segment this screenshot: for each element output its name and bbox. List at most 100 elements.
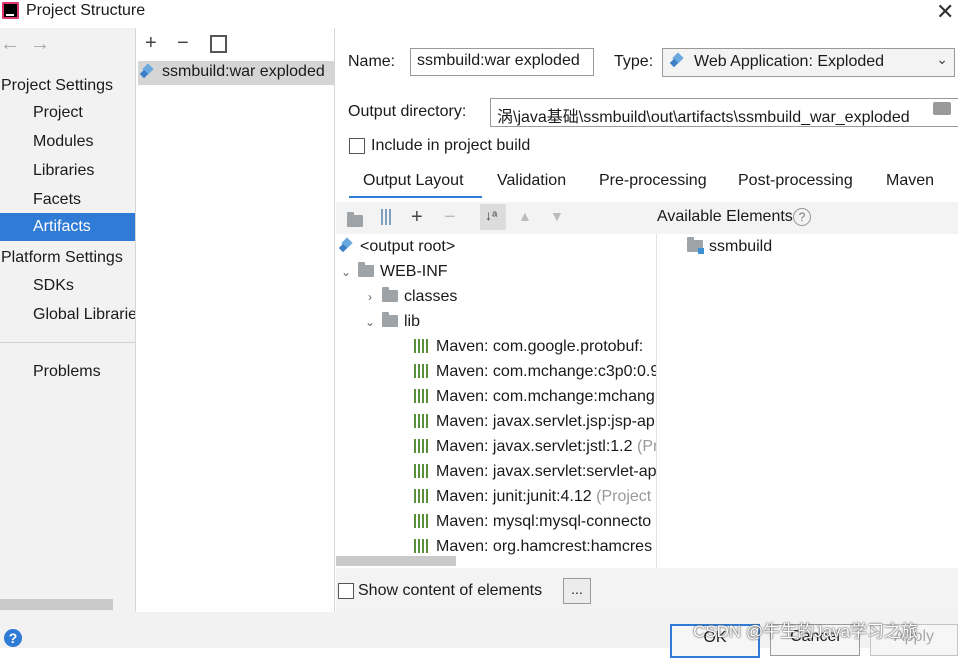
tree-row-label: <output root> [360,238,456,255]
chevron-down-icon: ⌄ [340,265,352,279]
back-arrow-icon[interactable]: ← [0,33,20,56]
name-input-value: ssmbuild:war exploded [417,52,580,69]
tab-validation[interactable]: Validation [497,172,566,190]
show-content-checkbox[interactable] [338,583,354,599]
available-item-module[interactable]: ssmbuild [687,237,773,263]
tree-row-library[interactable]: Maven: com.mchange:c3p0:0.9 [414,363,656,388]
add-icon[interactable]: + [145,32,157,55]
library-note: (Pr [636,438,656,455]
create-directory-icon[interactable] [347,212,363,227]
tree-row-library[interactable]: Maven: javax.servlet.jsp:jsp-ap [414,413,655,438]
help-icon[interactable]: ? [793,208,811,226]
tree-row-label: WEB-INF [380,263,448,280]
library-name: Maven: mysql:mysql-connecto [436,513,652,530]
artifact-item-label: ssmbuild:war exploded [162,63,325,80]
artifact-list [136,28,335,612]
tab-post-processing[interactable]: Post-processing [738,172,853,190]
web-artifact-icon [141,65,155,79]
library-name: Maven: org.hamcrest:hamcres [436,538,653,555]
tab-maven[interactable]: Maven [886,172,934,190]
nav-item-facets[interactable]: Facets [33,191,81,209]
tree-horizontal-scrollbar[interactable] [336,556,456,566]
move-down-icon[interactable]: ▼ [550,208,564,224]
library-icon [414,489,430,503]
library-icon [414,514,430,528]
move-up-icon[interactable]: ▲ [518,208,532,224]
output-directory-label: Output directory: [348,103,467,120]
tree-row-lib[interactable]: ⌄ lib [362,312,421,338]
nav-divider [0,342,135,343]
remove-icon[interactable]: − [177,32,189,55]
tab-pre-processing[interactable]: Pre-processing [599,172,707,190]
watermark: CSDN @牛生的Java学习之旅 [693,622,919,641]
module-folder-icon [687,237,704,254]
chevron-down-icon: ⌄ [364,315,376,329]
close-icon[interactable]: ✕ [936,0,954,24]
show-content-options-button[interactable]: ... [563,578,591,604]
artifact-item[interactable]: ssmbuild:war exploded [138,61,334,85]
library-name: Maven: javax.servlet:jstl:1.2 [436,438,633,455]
show-content-label: Show content of elements [358,582,543,599]
available-item-label: ssmbuild [709,238,773,255]
tree-row-library[interactable]: Maven: javax.servlet:jstl:1.2 (Pr [414,438,656,463]
forward-arrow-icon[interactable]: → [30,33,50,56]
web-app-icon [671,54,685,68]
library-name: Maven: com.google.protobuf: [436,338,644,355]
tab-output-layout[interactable]: Output Layout [363,172,464,190]
library-name: Maven: javax.servlet:servlet-ap [436,463,656,480]
nav-item-artifacts[interactable]: Artifacts [0,213,135,241]
include-in-build-label: Include in project build [371,137,531,154]
output-directory-value: 涡\java基础\ssmbuild\out\artifacts\ssmbuild… [497,109,910,126]
create-archive-icon[interactable] [381,209,393,225]
active-tab-indicator [349,196,482,198]
output-root-icon [340,239,354,253]
output-layout-tree: <output root> ⌄ WEB-INF › classes ⌄ lib Mav… [336,234,656,568]
intellij-app-icon [2,2,19,19]
tree-row-web-inf[interactable]: ⌄ WEB-INF [338,262,448,288]
tree-row-classes[interactable]: › classes [362,287,458,313]
library-name: Maven: junit:junit:4.12 [436,488,592,505]
library-icon [414,539,430,553]
folder-icon [358,262,374,277]
tree-row-library[interactable]: Maven: com.google.protobuf: [414,338,643,363]
tree-row-library[interactable]: Maven: javax.servlet:servlet-ap [414,463,656,488]
tree-row-output-root[interactable]: <output root> [340,238,455,263]
nav-item-sdks[interactable]: SDKs [33,277,74,295]
library-note: (Project [596,488,652,505]
nav-item-problems[interactable]: Problems [33,363,101,381]
library-icon [414,364,430,378]
library-name: Maven: javax.servlet.jsp:jsp-ap [436,413,655,430]
library-icon [414,339,430,353]
sort-icon[interactable]: ↓ᵃ [480,204,506,230]
folder-icon [382,312,398,327]
tree-row-library[interactable]: Maven: mysql:mysql-connecto [414,513,651,538]
available-elements-list: ssmbuild [656,234,958,568]
library-icon [414,439,430,453]
help-icon[interactable]: ? [4,629,22,647]
tree-row-label: classes [404,288,458,305]
section-platform-settings: Platform Settings [1,249,123,266]
include-in-build-checkbox[interactable] [349,138,365,154]
add-copy-of-icon[interactable]: + [411,206,423,229]
browse-folder-icon[interactable] [933,102,951,115]
tree-row-library[interactable]: Maven: junit:junit:4.12 (Project [414,488,651,513]
nav-item-project[interactable]: Project [33,104,83,122]
copy-icon[interactable] [210,35,227,53]
library-icon [414,464,430,478]
nav-horizontal-scrollbar[interactable] [0,599,113,610]
nav-item-libraries[interactable]: Libraries [33,162,94,180]
chevron-right-icon: › [368,290,372,304]
library-icon [414,414,430,428]
tree-row-label: lib [404,313,421,330]
window-title: Project Structure [26,2,146,19]
available-elements-header: Available Elements ? [656,202,958,234]
available-elements-title: Available Elements [657,208,793,225]
nav-item-modules[interactable]: Modules [33,133,93,151]
name-input[interactable]: ssmbuild:war exploded [410,48,594,76]
nav-item-global-libraries[interactable]: Global Libraries [33,306,135,324]
output-directory-input[interactable]: 涡\java基础\ssmbuild\out\artifacts\ssmbuild… [490,98,958,127]
remove-element-icon[interactable]: − [444,206,456,229]
type-select[interactable]: Web Application: Exploded ⌄ [662,48,955,77]
tree-row-library[interactable]: Maven: com.mchange:mchang [414,388,655,413]
chevron-down-icon: ⌄ [936,51,948,67]
